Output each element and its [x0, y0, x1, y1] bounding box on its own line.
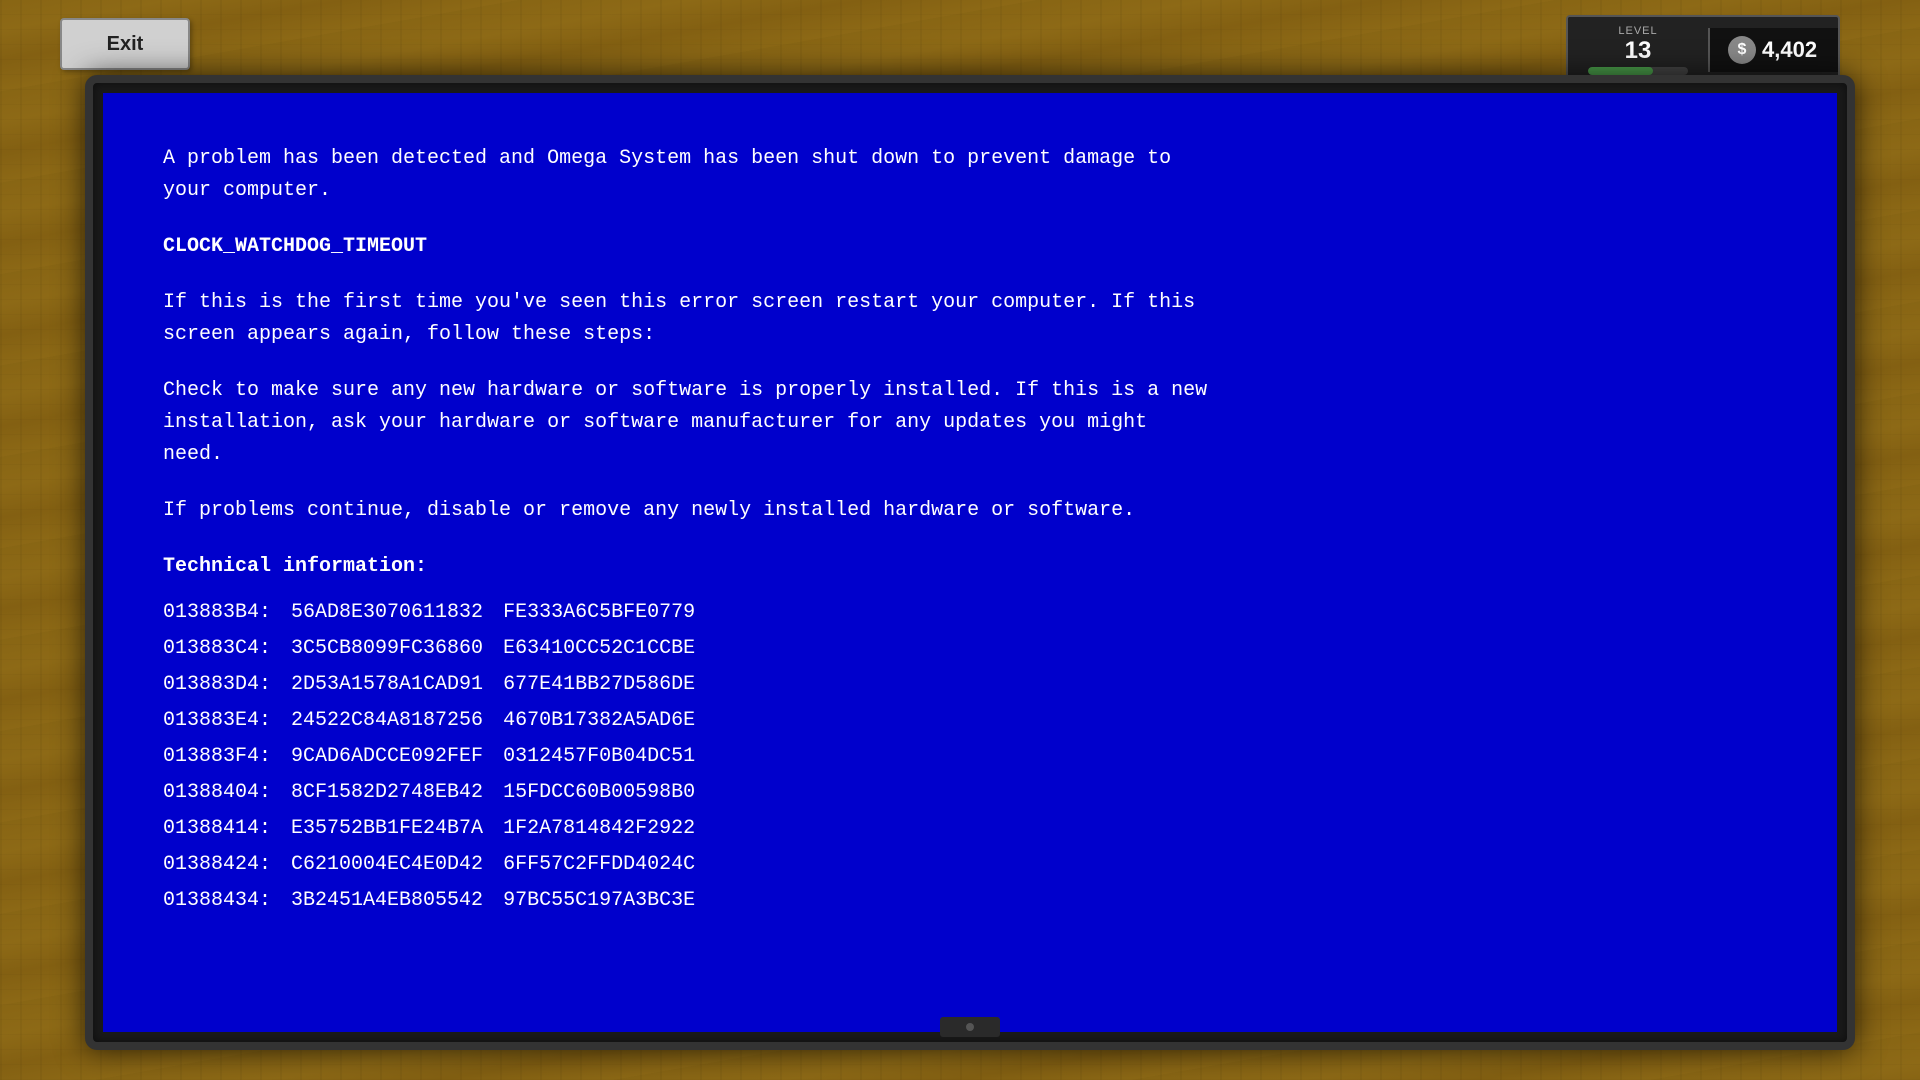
bsod-tech-table: 013883B4: 56AD8E3070611832 FE333A6C5BFE0… [163, 595, 715, 919]
tech-table-row: 01388414: E35752BB1FE24B7A 1F2A7814842F2… [163, 811, 715, 847]
tech-val1-6: E35752BB1FE24B7A [291, 811, 503, 847]
bsod-p1-line1: If this is the first time you've seen th… [163, 291, 1195, 314]
tech-val2-6: 1F2A7814842F2922 [503, 811, 715, 847]
level-progress-bar-container [1588, 67, 1688, 75]
tech-val1-5: 8CF1582D2748EB42 [291, 775, 503, 811]
tech-table-row: 013883B4: 56AD8E3070611832 FE333A6C5BFE0… [163, 595, 715, 631]
monitor-frame: A problem has been detected and Omega Sy… [85, 75, 1855, 1050]
tech-table-row: 01388434: 3B2451A4EB805542 97BC55C197A3B… [163, 883, 715, 919]
exit-button[interactable]: Exit [60, 18, 190, 70]
tech-addr-7: 01388424: [163, 847, 291, 883]
bsod-intro-text: A problem has been detected and Omega Sy… [163, 143, 1777, 207]
bsod-p2-line2: installation, ask your hardware or softw… [163, 411, 1147, 434]
tech-val2-1: E63410CC52C1CCBE [503, 631, 715, 667]
monitor-indicator-dot [966, 1023, 974, 1031]
tech-table-row: 013883D4: 2D53A1578A1CAD91 677E41BB27D58… [163, 667, 715, 703]
tech-addr-6: 01388414: [163, 811, 291, 847]
bsod-intro-line1: A problem has been detected and Omega Sy… [163, 147, 1171, 170]
money-amount: 4,402 [1762, 37, 1817, 63]
tech-val2-3: 4670B17382A5AD6E [503, 703, 715, 739]
bsod-error-code: CLOCK_WATCHDOG_TIMEOUT [163, 231, 1777, 263]
tech-addr-0: 013883B4: [163, 595, 291, 631]
tech-val1-4: 9CAD6ADCCE092FEF [291, 739, 503, 775]
tech-addr-1: 013883C4: [163, 631, 291, 667]
tech-val1-8: 3B2451A4EB805542 [291, 883, 503, 919]
bsod-p1-line2: screen appears again, follow these steps… [163, 323, 655, 346]
tech-val2-0: FE333A6C5BFE0779 [503, 595, 715, 631]
tech-addr-5: 01388404: [163, 775, 291, 811]
tech-val1-1: 3C5CB8099FC36860 [291, 631, 503, 667]
tech-table-row: 01388404: 8CF1582D2748EB42 15FDCC60B0059… [163, 775, 715, 811]
tech-val1-0: 56AD8E3070611832 [291, 595, 503, 631]
money-display: $ 4,402 [1708, 28, 1838, 72]
tech-val2-5: 15FDCC60B00598B0 [503, 775, 715, 811]
bsod-p2-line1: Check to make sure any new hardware or s… [163, 379, 1207, 402]
tech-val2-4: 0312457F0B04DC51 [503, 739, 715, 775]
tech-addr-2: 013883D4: [163, 667, 291, 703]
tech-table-row: 013883F4: 9CAD6ADCCE092FEF 0312457F0B04D… [163, 739, 715, 775]
tech-addr-4: 013883F4: [163, 739, 291, 775]
bsod-paragraph2: Check to make sure any new hardware or s… [163, 375, 1777, 471]
dollar-icon: $ [1728, 36, 1756, 64]
tech-val2-7: 6FF57C2FFDD4024C [503, 847, 715, 883]
monitor-power-button[interactable] [940, 1017, 1000, 1037]
tech-val2-8: 97BC55C197A3BC3E [503, 883, 715, 919]
bsod-paragraph1: If this is the first time you've seen th… [163, 287, 1777, 351]
tech-addr-3: 013883E4: [163, 703, 291, 739]
level-label: LEVEL [1618, 25, 1657, 37]
bsod-p2-line3: need. [163, 443, 223, 466]
level-display: LEVEL 13 [1568, 17, 1708, 83]
tech-table-row: 01388424: C6210004EC4E0D42 6FF57C2FFDD40… [163, 847, 715, 883]
level-number: 13 [1625, 39, 1652, 63]
bsod-screen: A problem has been detected and Omega Sy… [103, 93, 1837, 1032]
level-progress-bar-fill [1588, 67, 1653, 75]
tech-val2-2: 677E41BB27D586DE [503, 667, 715, 703]
tech-val1-3: 24522C84A8187256 [291, 703, 503, 739]
tech-table-row: 013883C4: 3C5CB8099FC36860 E63410CC52C1C… [163, 631, 715, 667]
bsod-paragraph3: If problems continue, disable or remove … [163, 495, 1777, 527]
tech-val1-7: C6210004EC4E0D42 [291, 847, 503, 883]
tech-table-row: 013883E4: 24522C84A8187256 4670B17382A5A… [163, 703, 715, 739]
tech-addr-8: 01388434: [163, 883, 291, 919]
bsod-intro-line2: your computer. [163, 179, 331, 202]
bsod-tech-title: Technical information: [163, 551, 1777, 583]
tech-val1-2: 2D53A1578A1CAD91 [291, 667, 503, 703]
